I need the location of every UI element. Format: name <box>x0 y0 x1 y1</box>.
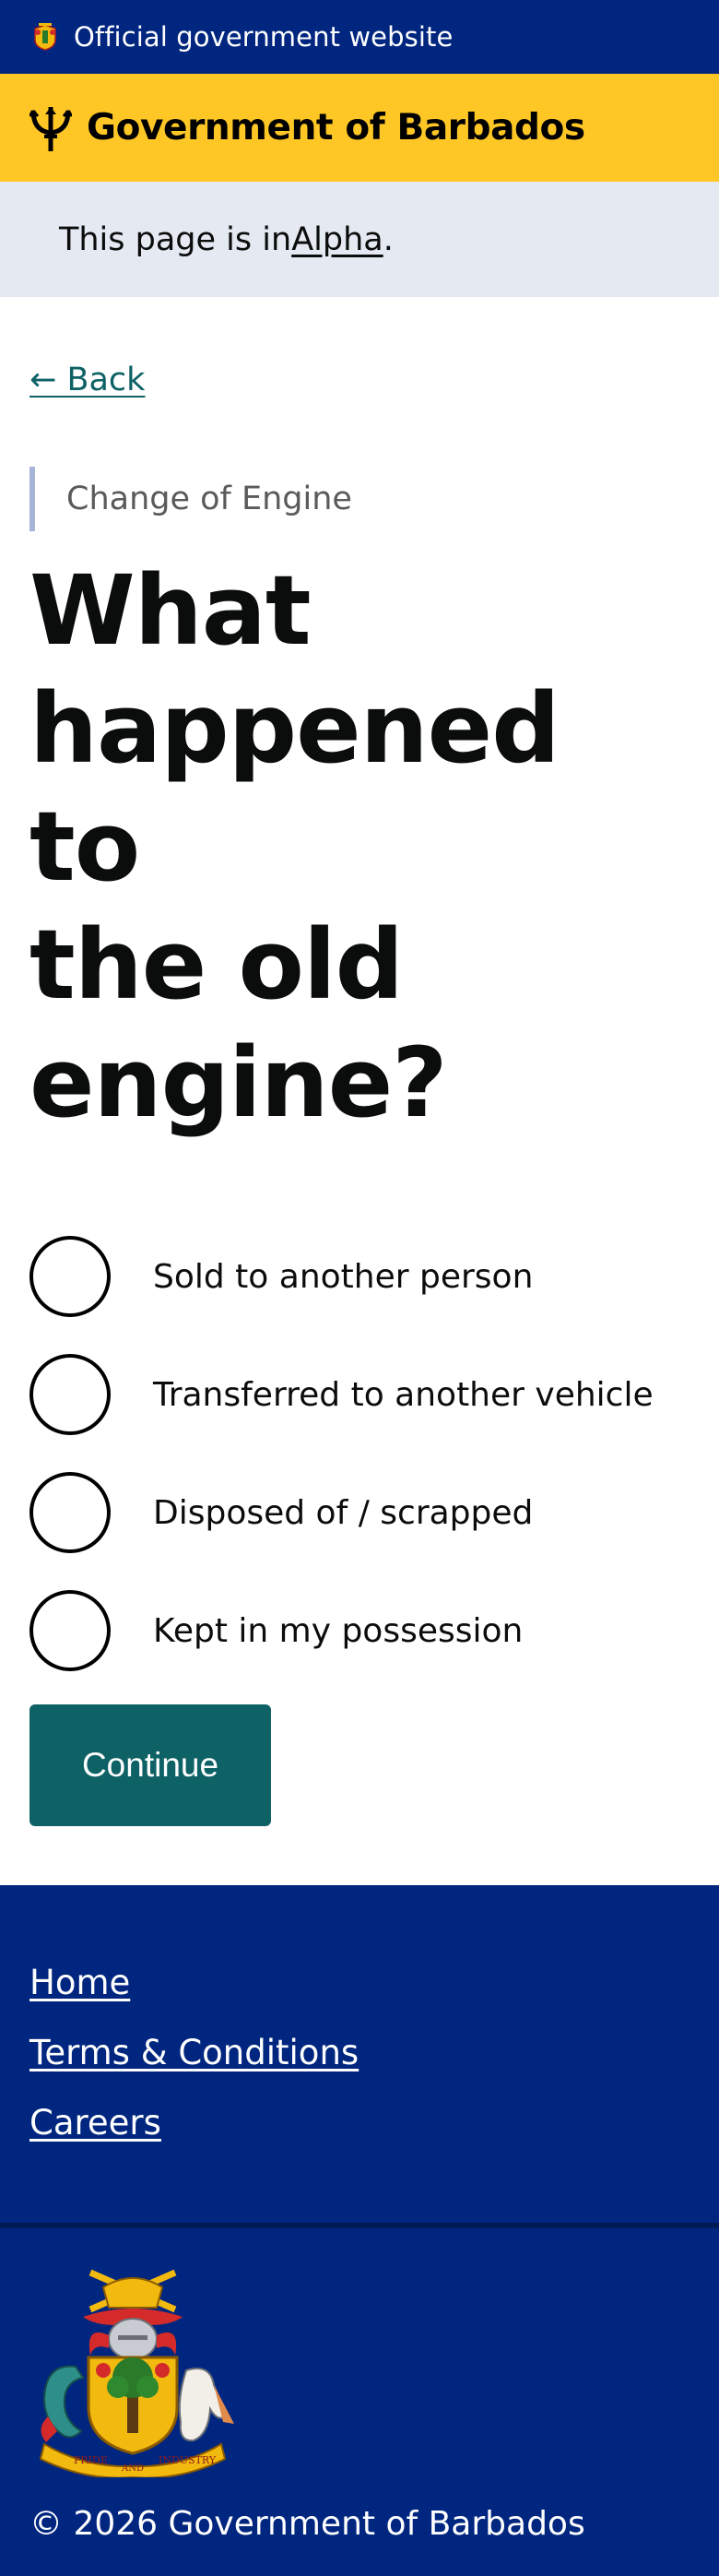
motto-word: INDUSTRY <box>159 2454 217 2466</box>
radio-button[interactable] <box>29 1236 111 1317</box>
back-link[interactable]: ← Back <box>29 362 145 398</box>
official-banner: Official government website <box>0 0 719 74</box>
main-content: ← Back Change of Engine What happened to… <box>0 297 719 1826</box>
footer-bottom: PRIDE AND INDUSTRY © 2026 Government of … <box>0 2228 719 2576</box>
footer-links: Home Terms & Conditions Careers <box>0 1885 719 2228</box>
footer-link-home[interactable]: Home <box>29 1948 690 2018</box>
radio-button[interactable] <box>29 1472 111 1553</box>
continue-button[interactable]: Continue <box>29 1704 271 1826</box>
title-line: engine? <box>29 1027 448 1139</box>
radio-option-kept[interactable]: Kept in my possession <box>29 1586 690 1675</box>
barbados-crest-icon <box>34 23 56 51</box>
page-title: What happened to the old engine? <box>29 552 690 1142</box>
radio-option-disposed[interactable]: Disposed of / scrapped <box>29 1468 690 1557</box>
title-line: What <box>29 554 312 667</box>
phase-prefix: This page is in <box>59 220 292 258</box>
trident-icon <box>29 106 72 151</box>
radio-label[interactable]: Transferred to another vehicle <box>153 1376 654 1414</box>
radio-option-transferred[interactable]: Transferred to another vehicle <box>29 1350 690 1439</box>
coat-of-arms-icon: PRIDE AND INDUSTRY <box>39 2269 234 2477</box>
motto-word: PRIDE <box>74 2454 108 2466</box>
radio-button[interactable] <box>29 1354 111 1435</box>
site-header: Government of Barbados <box>0 74 719 182</box>
title-line: happened to <box>29 672 560 903</box>
site-footer: Home Terms & Conditions Careers PRIDE AN… <box>0 1885 719 2576</box>
official-banner-text: Official government website <box>74 21 454 53</box>
motto-word: AND <box>121 2463 144 2474</box>
radio-button[interactable] <box>29 1590 111 1671</box>
phase-banner: This page is in Alpha. <box>0 182 719 297</box>
radio-group: Sold to another person Transferred to an… <box>29 1232 690 1675</box>
radio-label[interactable]: Kept in my possession <box>153 1612 523 1650</box>
radio-label[interactable]: Sold to another person <box>153 1258 533 1296</box>
footer-link-terms[interactable]: Terms & Conditions <box>29 2018 690 2088</box>
title-line: the old <box>29 908 404 1021</box>
site-title[interactable]: Government of Barbados <box>87 107 585 148</box>
footer-link-careers[interactable]: Careers <box>29 2088 690 2158</box>
radio-label[interactable]: Disposed of / scrapped <box>153 1494 533 1532</box>
radio-option-sold[interactable]: Sold to another person <box>29 1232 690 1321</box>
phase-link[interactable]: Alpha <box>291 221 383 258</box>
phase-suffix: . <box>383 220 394 258</box>
page-caption: Change of Engine <box>29 467 690 531</box>
copyright-text: © 2026 Government of Barbados <box>29 2505 585 2543</box>
